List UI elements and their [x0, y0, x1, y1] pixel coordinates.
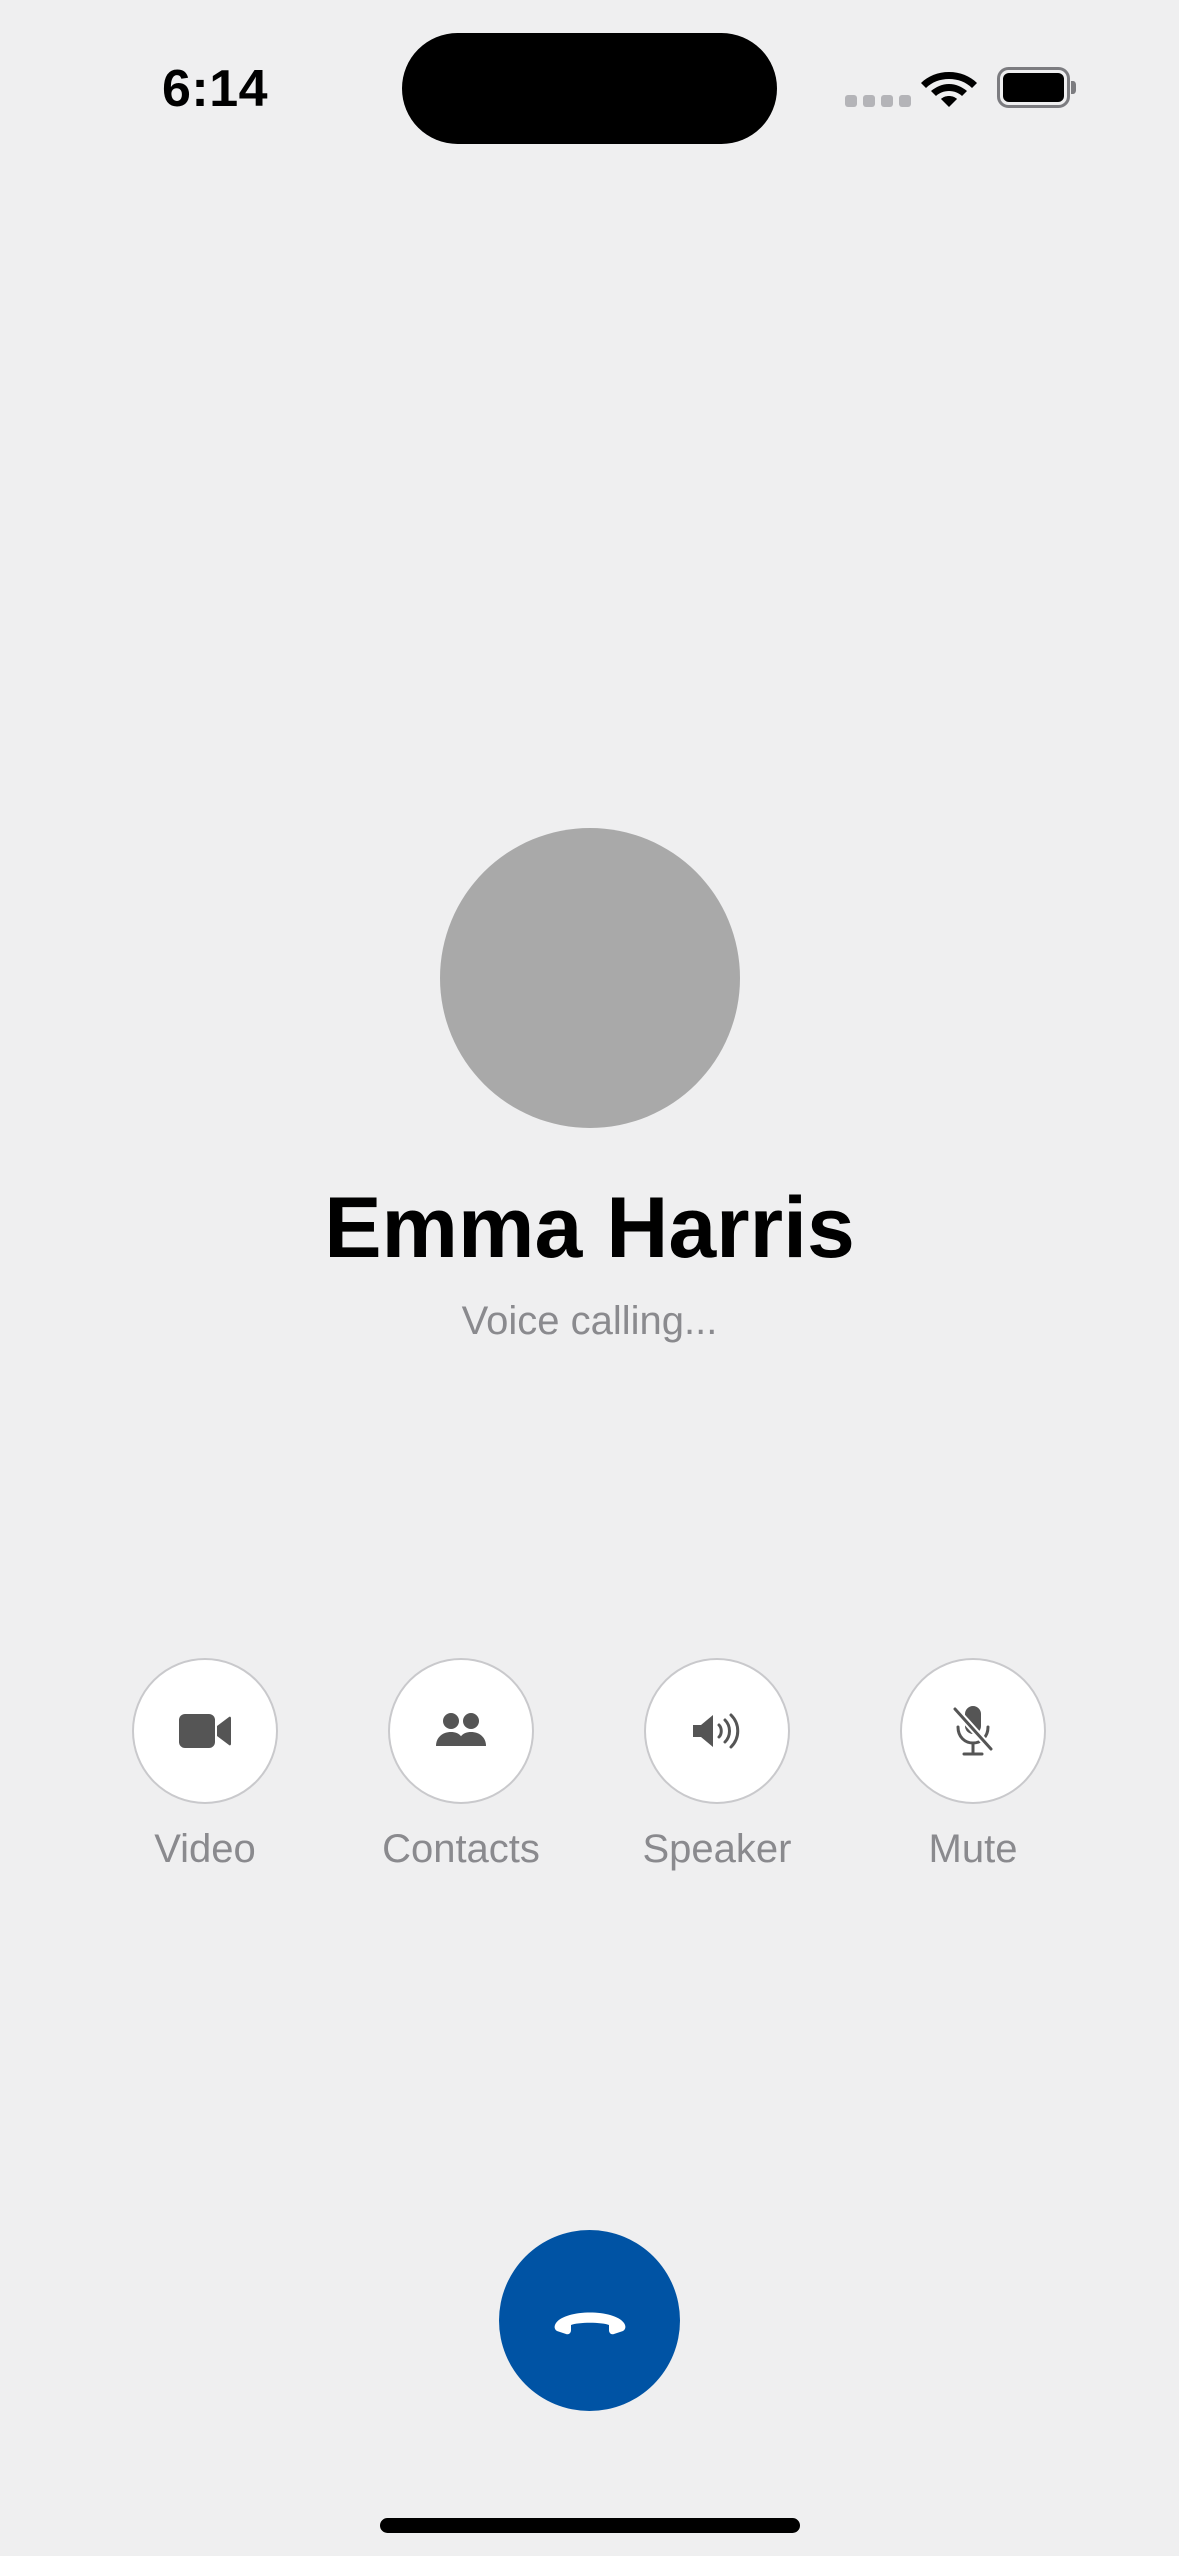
video-label: Video	[154, 1827, 256, 1871]
contacts-label: Contacts	[382, 1827, 540, 1871]
dynamic-island	[402, 33, 777, 144]
speaker-button-circle[interactable]	[644, 1658, 790, 1804]
phone-hangup-icon	[554, 2312, 625, 2334]
microphone-muted-icon	[951, 1705, 995, 1756]
mute-button-circle[interactable]	[900, 1658, 1046, 1804]
avatar	[440, 828, 740, 1128]
contacts-button[interactable]: Contacts	[351, 1658, 571, 1874]
mute-label: Mute	[928, 1827, 1018, 1871]
speaker-icon	[693, 1713, 740, 1749]
speaker-label: Speaker	[642, 1827, 792, 1871]
home-indicator[interactable]	[380, 2518, 800, 2533]
people-icon	[436, 1713, 486, 1746]
video-camera-icon	[179, 1714, 231, 1748]
video-button[interactable]: Video	[95, 1658, 315, 1874]
cellular-signal-icon	[845, 95, 911, 107]
call-status: Voice calling...	[461, 1299, 718, 1343]
battery-icon	[997, 67, 1076, 108]
video-button-circle[interactable]	[132, 1658, 278, 1804]
status-time: 6:14	[162, 60, 269, 118]
wifi-icon	[921, 72, 977, 107]
caller-name: Emma Harris	[324, 1180, 855, 1276]
end-call-button[interactable]	[499, 2230, 680, 2411]
speaker-button[interactable]: Speaker	[607, 1658, 827, 1874]
contacts-button-circle[interactable]	[388, 1658, 534, 1804]
mute-button[interactable]: Mute	[863, 1658, 1083, 1874]
